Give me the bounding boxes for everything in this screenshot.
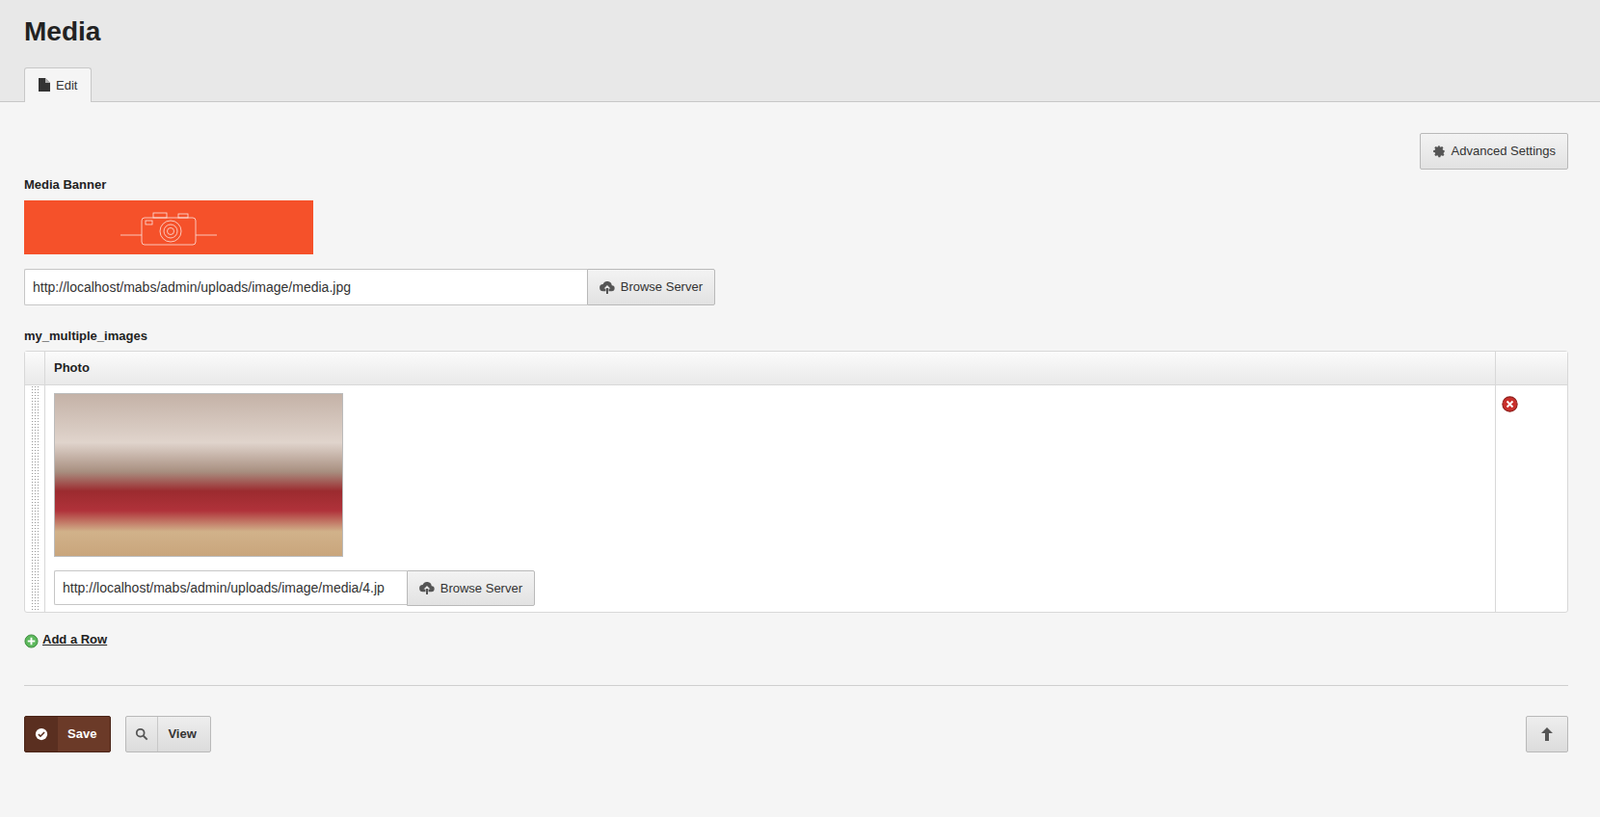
upload-icon xyxy=(599,280,615,294)
upload-icon xyxy=(419,581,435,595)
photo-url-input[interactable] xyxy=(53,570,407,606)
browse-server-button[interactable]: Browse Server xyxy=(586,268,716,306)
images-table: Photo Browse Server xyxy=(24,350,1569,614)
page-title: Media xyxy=(24,15,1576,49)
table-header: Photo xyxy=(25,351,1568,386)
field-label: Media Banner xyxy=(24,175,1569,195)
tab[interactable]: Edit xyxy=(24,67,92,104)
camera-icon xyxy=(120,208,217,247)
add-row-link[interactable]: Add a Row xyxy=(42,630,107,650)
banner-url-input[interactable] xyxy=(24,268,587,306)
tab-strip: Edit xyxy=(24,67,1576,104)
gear-icon xyxy=(1432,144,1446,159)
page-header: Media Edit xyxy=(0,0,1600,103)
file-icon xyxy=(38,78,51,92)
check-icon xyxy=(34,727,49,742)
advanced-settings-button[interactable]: Advanced Settings xyxy=(1419,133,1569,170)
edit-panel: Advanced Settings Media Banner Browse Se… xyxy=(0,133,1600,773)
photo-preview xyxy=(53,393,344,558)
view-button[interactable]: View xyxy=(125,716,211,753)
drag-handle[interactable] xyxy=(25,385,46,614)
field-label: my_multiple_images xyxy=(24,326,1569,347)
table-row: Browse Server xyxy=(25,385,1568,614)
plus-icon xyxy=(24,634,39,649)
search-icon xyxy=(134,727,149,742)
arrow-up-icon xyxy=(1541,727,1553,742)
column-header: Photo xyxy=(45,351,1496,385)
banner-image xyxy=(24,200,314,255)
browse-server-button[interactable]: Browse Server xyxy=(406,570,535,608)
save-button[interactable]: Save xyxy=(24,716,111,753)
scroll-top-button[interactable] xyxy=(1525,716,1569,753)
delete-icon[interactable] xyxy=(1501,396,1519,413)
